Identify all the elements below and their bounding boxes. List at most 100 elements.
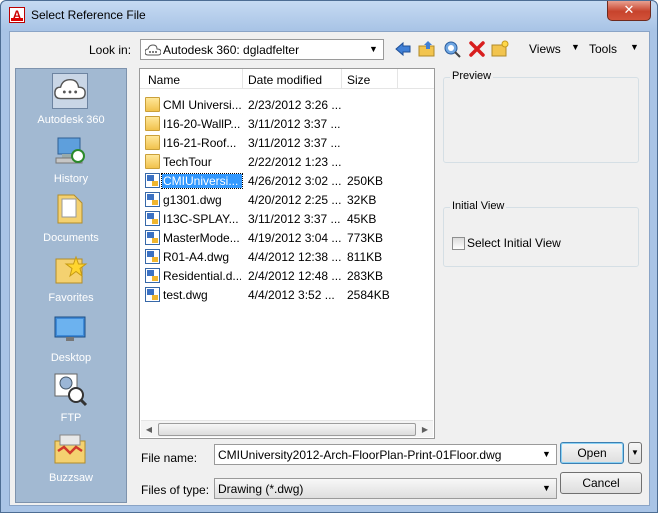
file-size: 250KB bbox=[347, 174, 384, 188]
file-name: CMIUniversi... bbox=[161, 173, 243, 189]
place-label: Favorites bbox=[48, 292, 94, 304]
chevron-down-icon[interactable]: ▼ bbox=[539, 447, 554, 462]
file-row[interactable]: MasterMode... 4/19/2012 3:04 ... 773KB bbox=[140, 228, 434, 247]
place-buzzsaw[interactable]: Buzzsaw bbox=[16, 429, 126, 487]
history-icon bbox=[55, 137, 85, 164]
file-date: 3/11/2012 3:37 ... bbox=[248, 212, 341, 226]
horizontal-scrollbar[interactable]: ◀ ▶ bbox=[141, 420, 433, 437]
place-label: Documents bbox=[43, 232, 99, 244]
preview-label: Preview bbox=[450, 70, 494, 82]
files-of-type-label: Files of type: bbox=[141, 483, 210, 497]
window-title: Select Reference File bbox=[31, 8, 146, 22]
scroll-left-icon[interactable]: ◀ bbox=[142, 423, 156, 436]
views-dropdown-icon[interactable]: ▼ bbox=[571, 42, 580, 52]
file-name: R01-A4.dwg bbox=[163, 250, 230, 264]
file-date: 2/22/2012 1:23 ... bbox=[248, 155, 342, 169]
file-name-label: File name: bbox=[141, 451, 198, 465]
search-web-icon[interactable] bbox=[443, 40, 461, 58]
place-favorites[interactable]: Favorites bbox=[16, 249, 126, 307]
file-row-selected[interactable]: CMIUniversi... 4/26/2012 3:02 ... 250KB bbox=[140, 171, 434, 190]
place-label: Desktop bbox=[50, 352, 92, 364]
desktop-icon bbox=[54, 316, 86, 341]
open-button[interactable]: Open bbox=[560, 442, 624, 464]
documents-icon bbox=[57, 194, 83, 224]
dwg-file-icon bbox=[145, 173, 160, 188]
favorites-icon bbox=[55, 255, 88, 284]
folder-row[interactable]: I16-20-WallP... 3/11/2012 3:37 ... bbox=[140, 114, 434, 133]
open-button-label: Open bbox=[577, 446, 607, 460]
select-initial-view-checkbox[interactable] bbox=[452, 237, 465, 250]
chevron-down-icon[interactable]: ▼ bbox=[539, 481, 554, 496]
column-header-name[interactable]: Name bbox=[148, 73, 180, 87]
file-date: 3/11/2012 3:37 ... bbox=[248, 117, 341, 131]
files-of-type-value: Drawing (*.dwg) bbox=[218, 482, 304, 496]
chevron-down-icon: ▼ bbox=[631, 448, 639, 457]
tools-menu[interactable]: Tools bbox=[589, 42, 617, 56]
column-header-date[interactable]: Date modified bbox=[248, 73, 322, 87]
close-button[interactable]: ✕ bbox=[607, 1, 651, 21]
look-in-dropdown[interactable]: Autodesk 360: dgladfelter ▼ bbox=[140, 39, 384, 60]
views-menu[interactable]: Views bbox=[529, 42, 561, 56]
initial-view-label: Initial View bbox=[450, 200, 507, 212]
file-row[interactable]: g1301.dwg 4/20/2012 2:25 ... 32KB bbox=[140, 190, 434, 209]
file-name-field[interactable]: CMIUniversity2012-Arch-FloorPlan-Print-0… bbox=[214, 444, 557, 465]
place-ftp[interactable]: FTP bbox=[16, 369, 126, 427]
file-row[interactable]: R01-A4.dwg 4/4/2012 12:38 ... 811KB bbox=[140, 247, 434, 266]
delete-icon[interactable] bbox=[468, 40, 486, 58]
file-date: 2/23/2012 3:26 ... bbox=[248, 98, 342, 112]
file-name: I13C-SPLAY... bbox=[163, 212, 239, 226]
look-in-label: Look in: bbox=[89, 43, 132, 57]
column-divider[interactable] bbox=[397, 69, 398, 89]
file-name: Residential.d... bbox=[163, 269, 241, 283]
file-list-header: Name Date modified Size bbox=[140, 69, 434, 89]
folder-row[interactable]: I16-21-Roof... 3/11/2012 3:37 ... bbox=[140, 133, 434, 152]
select-initial-view-label[interactable]: Select Initial View bbox=[467, 236, 561, 250]
folder-icon bbox=[145, 97, 160, 112]
file-row[interactable]: I13C-SPLAY... 3/11/2012 3:37 ... 45KB bbox=[140, 209, 434, 228]
folder-row[interactable]: TechTour 2/22/2012 1:23 ... bbox=[140, 152, 434, 171]
tools-dropdown-icon[interactable]: ▼ bbox=[630, 42, 639, 52]
place-autodesk-360[interactable]: Autodesk 360 bbox=[16, 71, 126, 129]
place-history[interactable]: History bbox=[16, 130, 126, 188]
file-date: 3/11/2012 3:37 ... bbox=[248, 136, 341, 150]
file-row[interactable]: test.dwg 4/4/2012 3:52 ... 2584KB bbox=[140, 285, 434, 304]
folder-row[interactable]: CMI Universi... 2/23/2012 3:26 ... bbox=[140, 95, 434, 114]
up-folder-icon[interactable] bbox=[418, 40, 436, 58]
file-size: 32KB bbox=[347, 193, 377, 207]
column-header-size[interactable]: Size bbox=[347, 73, 370, 87]
file-date: 4/4/2012 3:52 ... bbox=[248, 288, 335, 302]
title-bar[interactable]: A Select Reference File ✕ bbox=[1, 1, 657, 30]
file-name: I16-20-WallP... bbox=[163, 117, 241, 131]
new-folder-icon[interactable] bbox=[491, 40, 509, 58]
scrollbar-thumb[interactable] bbox=[158, 423, 416, 436]
column-divider[interactable] bbox=[341, 69, 342, 89]
file-name: g1301.dwg bbox=[163, 193, 222, 207]
column-divider[interactable] bbox=[242, 69, 243, 89]
place-label: FTP bbox=[60, 412, 82, 424]
place-desktop[interactable]: Desktop bbox=[16, 309, 126, 367]
buzzsaw-icon bbox=[54, 434, 86, 464]
chevron-down-icon[interactable]: ▼ bbox=[366, 42, 381, 57]
cancel-button-label: Cancel bbox=[582, 476, 620, 490]
places-bar: Autodesk 360 History Documents Favorites… bbox=[15, 68, 127, 503]
cancel-button[interactable]: Cancel bbox=[560, 472, 642, 494]
file-name: I16-21-Roof... bbox=[163, 136, 237, 150]
cloud-icon bbox=[145, 44, 161, 56]
dwg-file-icon bbox=[145, 192, 160, 207]
file-row[interactable]: Residential.d... 2/4/2012 12:48 ... 283K… bbox=[140, 266, 434, 285]
dialog-window: A Select Reference File ✕ Look in: Autod… bbox=[0, 0, 658, 513]
file-name: test.dwg bbox=[163, 288, 208, 302]
file-size: 773KB bbox=[347, 231, 384, 245]
file-size: 811KB bbox=[347, 250, 383, 264]
tools-label: Tools bbox=[589, 42, 618, 56]
file-list[interactable]: Name Date modified Size CMI Universi... … bbox=[139, 68, 435, 439]
scroll-right-icon[interactable]: ▶ bbox=[418, 423, 432, 436]
files-of-type-dropdown[interactable]: Drawing (*.dwg) ▼ bbox=[214, 478, 557, 499]
open-options-dropdown[interactable]: ▼ bbox=[628, 442, 642, 464]
file-date: 4/4/2012 12:38 ... bbox=[248, 250, 342, 264]
dialog-body: Look in: Autodesk 360: dgladfelter ▼ Vie… bbox=[9, 31, 650, 506]
file-name: TechTour bbox=[163, 155, 212, 169]
place-documents[interactable]: Documents bbox=[16, 189, 126, 247]
back-arrow-icon[interactable] bbox=[394, 40, 412, 58]
file-size: 283KB bbox=[347, 269, 384, 283]
